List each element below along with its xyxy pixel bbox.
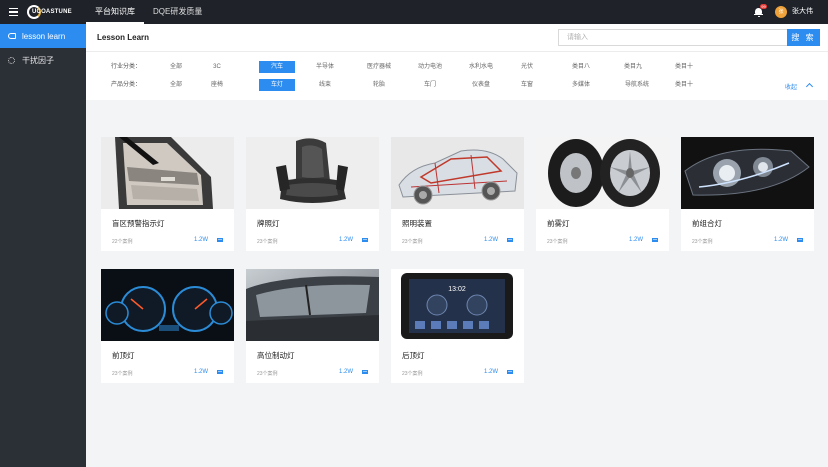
case-card[interactable]: 牌照灯 23个案例 1.2W [246,137,379,251]
card-image-dashboard [101,269,234,341]
card-case-count: 23个案例 [547,239,568,245]
views-icon [797,238,803,242]
card-image-car-door [101,137,234,209]
product-chip-active[interactable]: 车灯 [259,79,295,91]
views-icon [362,370,368,374]
card-case-count: 23个案例 [692,239,713,245]
gear-icon [7,56,16,65]
card-title: 照明装置 [402,219,432,228]
views-icon [217,238,223,242]
industry-chip-active[interactable]: 汽车 [259,61,295,73]
page-title: Lesson Learn [97,33,150,42]
industry-chip[interactable]: 医疗器械 [361,61,397,73]
product-chip[interactable]: 类目十 [666,79,702,91]
case-card[interactable]: 前雾灯 23个案例 1.2W [536,137,669,251]
views-icon [507,238,513,242]
card-title: 高位制动灯 [257,351,295,360]
product-chip[interactable]: 多媒体 [563,79,599,91]
case-card[interactable]: 13:02 后顶灯 23个案例 1.2W [391,269,524,383]
card-title: 前组合灯 [692,219,722,228]
card-title: 后顶灯 [402,351,425,360]
case-card[interactable]: 高位制动灯 23个案例 1.2W [246,269,379,383]
product-chip[interactable]: 仪表盘 [463,79,499,91]
logo: UCOASTUNE [27,5,72,19]
industry-chip[interactable]: 类目八 [563,61,599,73]
tab-platform-knowledge[interactable]: 平台知识库 [86,0,144,24]
card-title: 盲区预警指示灯 [112,219,165,228]
card-views: 1.2W [629,237,644,243]
top-nav: 平台知识库 DQE研发质量 [86,0,211,24]
card-title: 前顶灯 [112,351,135,360]
industry-filter-row: 行业分类： 全部 3C 汽车 半导体 医疗器械 动力电池 水利水电 光伏 类目八… [86,61,828,73]
card-views: 1.2W [194,369,209,375]
card-title: 牌照灯 [257,219,280,228]
product-label: 产品分类： [111,82,142,88]
views-icon [652,238,658,242]
views-icon [362,238,368,242]
industry-chip[interactable]: 类目九 [615,61,651,73]
card-views: 1.2W [339,237,354,243]
case-card[interactable]: 前组合灯 23个案例 1.2W [681,137,814,251]
tab-dqe-quality[interactable]: DQE研发质量 [144,0,211,24]
industry-chip[interactable]: 类目十 [666,61,702,73]
product-chip[interactable]: 线束 [307,79,343,91]
card-image-car-window [246,269,379,341]
card-case-count: 23个案例 [112,371,133,377]
sidebar-item-label: 干扰因子 [22,55,54,65]
card-image-multimedia: 13:02 [391,269,524,341]
card-case-count: 23个案例 [257,371,278,377]
industry-chip[interactable]: 水利水电 [463,61,499,73]
case-card[interactable]: 照明装置 23个案例 1.2W [391,137,524,251]
filter-panel: Lesson Learn 搜 索 行业分类： 全部 3C 汽车 半导体 医疗器械… [86,24,828,100]
industry-chip[interactable]: 3C [199,61,235,73]
card-views: 1.2W [194,237,209,243]
sidebar: lesson learn 干扰因子 [0,24,86,467]
views-icon [217,370,223,374]
product-chip[interactable]: 轮胎 [361,79,397,91]
case-card[interactable]: 盲区预警指示灯 22个案例 1.2W [101,137,234,251]
product-chip[interactable]: 座椅 [199,79,235,91]
card-image-car-seat [246,137,379,209]
case-card[interactable]: 前顶灯 23个案例 1.2W [101,269,234,383]
product-chip[interactable]: 车窗 [509,79,545,91]
card-views: 1.2W [774,237,789,243]
card-views: 1.2W [484,237,499,243]
sidebar-item-interference[interactable]: 干扰因子 [0,48,86,72]
industry-chip[interactable]: 全部 [158,61,194,73]
card-image-tires [536,137,669,209]
card-title: 前雾灯 [547,219,570,228]
industry-chip[interactable]: 动力电池 [412,61,448,73]
screen-time-text: 13:02 [448,286,466,293]
product-chip[interactable]: 导航系统 [619,79,655,91]
avatar[interactable]: 张 [775,6,787,18]
product-chip[interactable]: 车门 [412,79,448,91]
top-bar: UCOASTUNE 平台知识库 DQE研发质量 99 张 张大伟 [0,0,828,24]
lamp-icon [7,32,16,41]
collapse-label: 收起 [785,85,798,91]
divider [86,51,828,52]
industry-chip[interactable]: 光伏 [509,61,545,73]
product-chip[interactable]: 全部 [158,79,194,91]
card-image-car-xray [391,137,524,209]
industry-chip[interactable]: 半导体 [307,61,343,73]
views-icon [507,370,513,374]
card-case-count: 23个案例 [257,239,278,245]
sidebar-item-lesson-learn[interactable]: lesson learn [0,24,86,48]
menu-toggle-icon[interactable] [9,8,18,17]
user-name[interactable]: 张大伟 [792,0,813,24]
card-image-headlight [681,137,814,209]
card-views: 1.2W [339,369,354,375]
card-case-count: 23个案例 [402,371,423,377]
product-filter-row: 产品分类： 全部 座椅 车灯 线束 轮胎 车门 仪表盘 车窗 多媒体 导航系统 … [86,79,828,91]
card-views: 1.2W [484,369,499,375]
sidebar-item-label: lesson learn [22,31,66,41]
industry-label: 行业分类： [111,64,142,70]
search-button[interactable]: 搜 索 [787,29,820,46]
collapse-toggle[interactable]: 收起 [785,82,814,91]
card-case-count: 22个案例 [112,239,133,245]
notification-badge: 99 [760,4,767,9]
card-case-count: 23个案例 [402,239,423,245]
search-input[interactable] [558,29,787,46]
